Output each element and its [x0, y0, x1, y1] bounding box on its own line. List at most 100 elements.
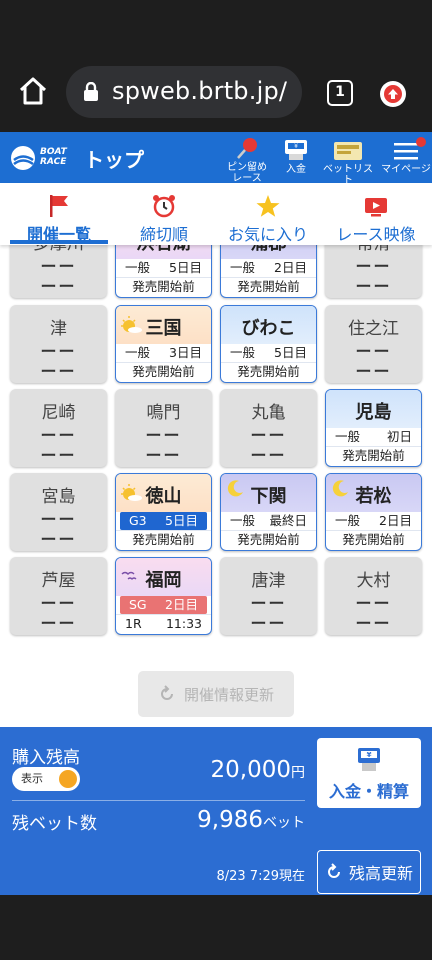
venue-name: 児島 — [355, 402, 392, 423]
tab-race-video-label: レース映像 — [336, 225, 416, 244]
toggle-knob — [59, 770, 77, 788]
chrome-update-icon[interactable] — [380, 81, 406, 107]
logo-line2: RACE — [40, 157, 67, 167]
refresh-balance-button[interactable]: 残高更新 — [317, 850, 421, 894]
venue-card-mikuni[interactable]: 三国 一般 3日目 発売開始前 — [115, 305, 212, 383]
sale-status: 発売開始前 — [326, 530, 421, 549]
alarm-clock-icon — [112, 183, 216, 219]
logo-line1: BOAT — [40, 147, 67, 157]
venue-dash-1: ーー — [40, 342, 77, 361]
phone-screen: spweb.brtb.jp/ 1 BOAT RACE トップ ピン留め レース ¥… — [0, 0, 432, 960]
refresh-icon — [328, 863, 340, 878]
venue-dash-1: ーー — [40, 510, 77, 529]
day-label: 5日目 — [274, 345, 307, 360]
tab-deadline[interactable]: 締切順 — [112, 183, 216, 245]
grade-label: 一般 — [230, 345, 256, 360]
tab-race-video[interactable]: レース映像 — [320, 183, 432, 245]
svg-text:¥: ¥ — [294, 143, 298, 150]
sale-status: 発売開始前 — [221, 362, 316, 381]
venue-card-tokoname[interactable]: 常滑 ーー ーー — [325, 245, 422, 298]
hamburger-menu-icon — [380, 134, 432, 162]
venue-card-hamanako[interactable]: 浜名湖 一般 5日目 発売開始前 — [115, 245, 212, 298]
venue-card-tsu[interactable]: 津 ーー ーー — [10, 305, 107, 383]
venue-dash-1: ーー — [250, 426, 287, 445]
venue-card-naruto[interactable]: 鳴門 ーー ーー — [115, 389, 212, 467]
venue-card-omura[interactable]: 大村 ーー ーー — [325, 557, 422, 635]
mypage-button[interactable]: マイページ — [380, 134, 432, 175]
venue-card-wakamatsu[interactable]: 若松 一般 2日目 発売開始前 — [325, 473, 422, 551]
deposit-settle-button[interactable]: ¥ 入金・精算 — [317, 738, 421, 808]
betlist-button[interactable]: ベットリスト — [320, 134, 376, 186]
venue-card-shimonoseki[interactable]: 下関 一般 最終日 発売開始前 — [220, 473, 317, 551]
venue-dash-2: ーー — [40, 362, 77, 381]
refresh-icon — [161, 685, 173, 700]
grade-label: 一般 — [335, 429, 361, 444]
venue-name: 徳山 — [145, 486, 182, 507]
grade-label: 一般 — [230, 260, 256, 275]
main-tabs: 開催一覧 締切順 お気に入り レース映像 — [0, 183, 432, 245]
venue-dash-1: ーー — [355, 594, 392, 613]
browser-toolbar: spweb.brtb.jp/ 1 — [0, 54, 432, 132]
day-label: 3日目 — [169, 345, 202, 360]
venue-dash-1: ーー — [145, 426, 182, 445]
venue-card-amagasaki[interactable]: 尼崎 ーー ーー — [10, 389, 107, 467]
venue-card-gamagori[interactable]: 蒲郡 一般 2日目 発売開始前 — [220, 245, 317, 298]
betlist-icon — [320, 134, 376, 162]
venue-card-suminoe[interactable]: 住之江 ーー ーー — [325, 305, 422, 383]
tab-switcher-button[interactable]: 1 — [327, 80, 353, 106]
remaining-bets-label: 残ベット数 — [12, 814, 97, 834]
balance-amount: 20,000円 — [211, 757, 305, 783]
divider — [12, 800, 305, 801]
venue-card-tokuyama[interactable]: 徳山 G3 5日目 発売開始前 — [115, 473, 212, 551]
venue-card-miyajima[interactable]: 宮島 ーー ーー — [10, 473, 107, 551]
venue-name: 多摩川 — [10, 245, 107, 254]
venue-grid: 多摩川 ーー ーー 浜名湖 一般 5日目 発売開始前 蒲郡 一般 2日目 発売開始前… — [0, 245, 432, 727]
venue-card-karatsu[interactable]: 唐津 ーー ーー — [220, 557, 317, 635]
deposit-header-button[interactable]: ¥ 入金 — [278, 134, 314, 175]
refresh-schedule-button[interactable]: 開催情報更新 — [138, 671, 294, 717]
refresh-balance-label: 残高更新 — [348, 864, 413, 883]
balance-panel: 購入残高 表示 20,000円 残ベット数 9,986ベット ¥ 入金・精算 8… — [0, 727, 432, 895]
remaining-bets: 9,986ベット — [197, 807, 305, 833]
grade-label: 一般 — [230, 513, 256, 528]
venue-name: 尼崎 — [41, 403, 76, 423]
venue-card-biwako[interactable]: びわこ 一般 5日目 発売開始前 — [220, 305, 317, 383]
venue-card-fukuoka[interactable]: 福岡 SG 2日目 1R 11:33 — [115, 557, 212, 635]
venue-name: 津 — [50, 319, 67, 339]
venue-card-ashiya[interactable]: 芦屋 ーー ーー — [10, 557, 107, 635]
venue-dash-2: ーー — [250, 446, 287, 465]
balance-unit: 円 — [291, 765, 305, 781]
venue-name: 常滑 — [325, 245, 422, 254]
venue-dash-1: ーー — [40, 426, 77, 445]
venue-name: 大村 — [356, 571, 391, 591]
venue-name: 蒲郡 — [221, 245, 316, 255]
day-label: 2日目 — [274, 260, 307, 275]
venue-card-tamagawa[interactable]: 多摩川 ーー ーー — [10, 245, 107, 298]
address-bar[interactable]: spweb.brtb.jp/ — [66, 66, 302, 118]
pin-race-button[interactable]: ピン留め レース — [222, 134, 272, 184]
grade-label: 一般 — [335, 513, 361, 528]
venue-name: びわこ — [241, 318, 296, 339]
balance-visibility-toggle[interactable]: 表示 — [12, 767, 80, 791]
tab-favorites-label: お気に入り — [227, 225, 308, 244]
home-icon[interactable] — [16, 74, 50, 108]
day-label: 5日目 — [169, 260, 202, 275]
day-label: 2日目 — [165, 597, 198, 612]
sale-status: 発売開始前 — [221, 277, 316, 296]
venue-name: 住之江 — [348, 319, 399, 339]
bet-unit: ベット — [263, 815, 305, 831]
sale-status: 発売開始前 — [116, 362, 211, 381]
venue-card-marugame[interactable]: 丸亀 ーー ーー — [220, 389, 317, 467]
venue-name: 浜名湖 — [116, 245, 211, 255]
venue-dash-2: ーー — [40, 277, 77, 296]
lock-icon — [82, 81, 100, 102]
sale-status: 発売開始前 — [116, 277, 211, 296]
venue-name: 三国 — [145, 318, 182, 339]
venue-dash-2: ーー — [145, 446, 182, 465]
deposit-settle-label: 入金・精算 — [328, 782, 409, 801]
tab-schedule[interactable]: 開催一覧 — [0, 183, 118, 245]
tab-favorites[interactable]: お気に入り — [216, 183, 320, 245]
boatrace-logo[interactable]: BOAT RACE — [10, 143, 72, 173]
tab-deadline-label: 締切順 — [139, 225, 188, 244]
venue-card-kojima[interactable]: 児島 一般 初日 発売開始前 — [325, 389, 422, 467]
